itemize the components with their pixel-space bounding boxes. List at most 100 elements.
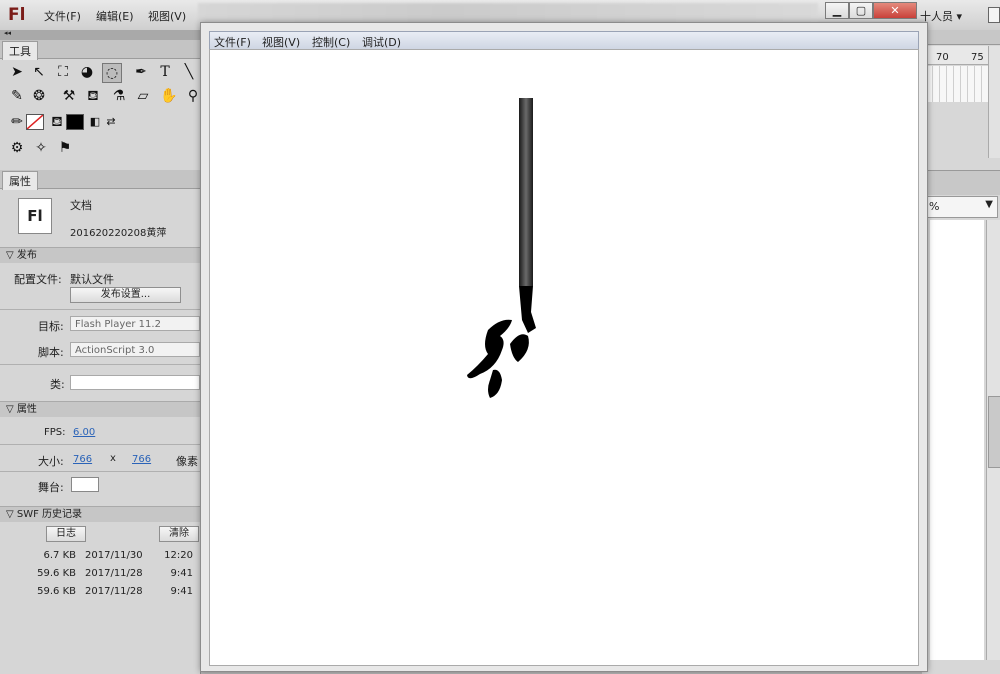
swf-menu-debug[interactable]: 调试(D)	[362, 34, 401, 50]
free-transform-icon[interactable]: ⛶	[54, 63, 72, 81]
swf-menu-control[interactable]: 控制(C)	[312, 34, 350, 50]
menu-file[interactable]: 文件(F)	[44, 8, 81, 24]
stroke-color-icon[interactable]: ✏	[8, 113, 26, 131]
list-item: 59.6 KB 2017/11/28 9:41	[0, 566, 200, 584]
profile-value: 默认文件	[70, 273, 114, 286]
divider	[0, 444, 200, 445]
props-section-header[interactable]: ▽ 属性	[0, 401, 200, 417]
tools-panel-header: 工具	[0, 40, 200, 60]
tab-properties[interactable]: 属性	[2, 171, 38, 190]
history-time: 9:41	[170, 568, 193, 579]
publish-section-title: 发布	[16, 250, 37, 261]
document-type-label: 文档	[70, 199, 92, 212]
frame-label-70: 70	[936, 52, 949, 63]
history-date: 2017/11/28	[85, 586, 143, 597]
snap-magnet-icon[interactable]: ⚙	[8, 139, 26, 157]
close-button[interactable]: ✕	[873, 2, 917, 19]
clear-button[interactable]: 清除	[159, 526, 199, 542]
flash-logo: Fl	[8, 5, 26, 25]
search-icon[interactable]	[988, 7, 1000, 23]
line-tool-icon[interactable]: ╲	[180, 63, 198, 81]
swf-history-title: SWF 历史记录	[16, 509, 83, 520]
lasso-tool-icon[interactable]: ◌	[102, 63, 122, 83]
frame-label-75: 75	[971, 52, 984, 63]
log-button[interactable]: 日志	[46, 526, 86, 542]
swf-stage	[209, 49, 919, 666]
fps-label: FPS:	[44, 427, 66, 438]
list-item: 6.7 KB 2017/11/30 12:20	[0, 548, 200, 566]
size-label: 大小:	[38, 455, 64, 468]
swf-preview-window: ▁ ▢ ✕ 文件(F) 视图(V) 控制(C) 调试(D)	[200, 2, 928, 672]
minimize-button[interactable]: ▁	[825, 2, 849, 19]
bone-tool-icon[interactable]: ⚒	[60, 87, 78, 105]
properties-panel-header: 属性	[0, 170, 200, 190]
props-section-title: 属性	[16, 404, 37, 415]
zoom-select[interactable]: % ▼	[926, 196, 998, 218]
profile-label: 配置文件:	[14, 273, 62, 286]
vertical-scrollbar[interactable]	[986, 220, 1000, 660]
3d-rotation-icon[interactable]: ◕	[78, 63, 96, 81]
straighten-icon[interactable]: ⚑	[56, 139, 74, 157]
swf-menu-bar: 文件(F) 视图(V) 控制(C) 调试(D)	[209, 31, 919, 50]
target-label: 目标:	[38, 320, 64, 333]
list-item: 59.6 KB 2017/11/28 9:41	[0, 584, 200, 602]
timeline-scrollbar[interactable]	[988, 46, 1000, 158]
menu-view[interactable]: 视图(V)	[148, 8, 186, 24]
menu-edit[interactable]: 编辑(E)	[96, 8, 134, 24]
text-tool-icon[interactable]: T	[156, 63, 174, 81]
script-select[interactable]: ActionScript 3.0	[70, 342, 200, 357]
divider	[0, 364, 200, 365]
paint-bucket-icon[interactable]: ⛾	[84, 87, 102, 105]
subselection-tool-icon[interactable]: ↖	[30, 63, 48, 81]
tools-grid: ➤ ↖ ⛶ ◕ ◌ ✒ T ╲ ✎ ❂ ⚒ ⛾ ⚗ ▱ ✋ ⚲ ✏ ⛾ ◧ ⇄ …	[6, 61, 200, 163]
swf-menu-file[interactable]: 文件(F)	[214, 34, 251, 50]
stroke-color-swatch[interactable]	[26, 114, 44, 130]
publish-settings-button[interactable]: 发布设置...	[70, 287, 181, 303]
history-size: 6.7 KB	[43, 550, 77, 561]
document-icon: Fl	[18, 198, 52, 234]
history-date: 2017/11/30	[85, 550, 143, 561]
publish-section-header[interactable]: ▽ 发布	[0, 247, 200, 263]
class-input[interactable]	[70, 375, 200, 390]
eraser-tool-icon[interactable]: ▱	[134, 87, 152, 105]
divider	[0, 471, 200, 472]
brush-tip	[519, 286, 536, 333]
width-value[interactable]: 766	[73, 454, 92, 465]
scrollbar-thumb[interactable]	[988, 396, 1000, 468]
brush-handle	[519, 98, 533, 286]
hand-tool-icon[interactable]: ✋	[160, 87, 178, 105]
selection-tool-icon[interactable]: ➤	[8, 63, 26, 81]
swf-history-section-header[interactable]: ▽ SWF 历史记录	[0, 506, 200, 522]
timeline-ruler: 70 75	[926, 46, 988, 65]
fps-value[interactable]: 6.00	[73, 427, 95, 438]
maximize-button[interactable]: ▢	[849, 2, 873, 19]
stage-color-swatch[interactable]	[71, 477, 99, 492]
right-panel: 70 75 % ▼	[922, 30, 1000, 674]
class-label: 类:	[50, 378, 65, 391]
fill-color-icon[interactable]: ⛾	[48, 113, 66, 131]
timeline-header	[926, 30, 1000, 45]
stage-label: 舞台:	[38, 481, 64, 494]
height-value[interactable]: 766	[132, 454, 151, 465]
tab-tools[interactable]: 工具	[2, 41, 38, 60]
eyedropper-icon[interactable]: ⚗	[110, 87, 128, 105]
script-label: 脚本:	[38, 346, 64, 359]
timeline-frames[interactable]	[926, 66, 988, 102]
swf-menu-view[interactable]: 视图(V)	[262, 34, 300, 50]
history-size: 59.6 KB	[37, 586, 76, 597]
stage-area	[930, 220, 984, 660]
document-name: 201620220208黄萍	[70, 228, 167, 239]
brush-animation-canvas	[467, 98, 536, 398]
chevron-down-icon: ▼	[985, 199, 993, 210]
pencil-tool-icon[interactable]: ✎	[8, 87, 26, 105]
ink-stroke	[467, 319, 529, 398]
target-select[interactable]: Flash Player 11.2	[70, 316, 200, 331]
pen-tool-icon[interactable]: ✒	[132, 63, 150, 81]
edit-bar	[922, 170, 1000, 195]
fill-color-swatch[interactable]	[66, 114, 84, 130]
history-time: 9:41	[170, 586, 193, 597]
history-time: 12:20	[164, 550, 193, 561]
swap-colors-icon[interactable]: ⇄	[102, 113, 120, 131]
deco-tool-icon[interactable]: ❂	[30, 87, 48, 105]
smooth-icon[interactable]: ✧	[32, 139, 50, 157]
